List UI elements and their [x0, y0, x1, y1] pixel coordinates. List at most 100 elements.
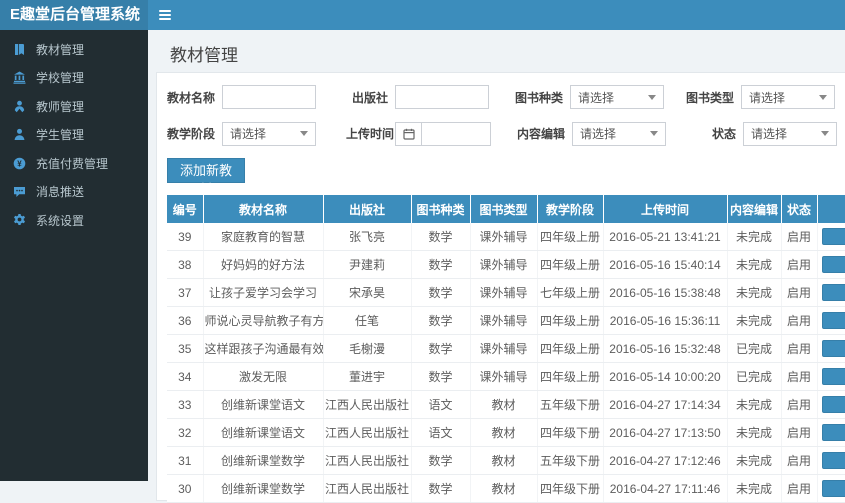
- table-cell: 启用: [781, 334, 818, 363]
- row-action-cell: [817, 390, 845, 419]
- table-cell: 好妈妈的好方法: [203, 250, 324, 279]
- table-cell: 四年级上册: [537, 250, 604, 279]
- row-edit-button[interactable]: [822, 423, 845, 441]
- col-header-actions: [816, 195, 845, 223]
- table-cell: 38: [167, 250, 204, 279]
- col-header-status: 状态: [780, 195, 817, 223]
- upload-time-input[interactable]: [421, 121, 491, 146]
- table-cell: 启用: [781, 446, 818, 475]
- table-cell: 数学: [411, 446, 471, 475]
- row-edit-button[interactable]: [822, 367, 845, 385]
- sidebar-item-label: 学校管理: [36, 71, 85, 86]
- content-area: 教材管理 教材名称 出版社 图书种类 请选择 图书类型 请选择 教学阶段 请选择: [148, 30, 845, 503]
- col-header-upload-time: 上传时间: [602, 195, 727, 223]
- col-header-name: 教材名称: [202, 195, 323, 223]
- table-cell: 数学: [411, 334, 471, 363]
- row-edit-button[interactable]: [822, 451, 845, 469]
- sidebar-item-student-management[interactable]: 学生管理: [0, 121, 148, 150]
- sidebar-item-textbook-management[interactable]: 教材管理: [0, 35, 148, 64]
- content-editor-select[interactable]: 请选择: [572, 121, 666, 146]
- table-cell: 语文: [411, 390, 471, 419]
- table-cell: 任笔: [323, 306, 412, 335]
- table-cell: 江西人民出版社: [323, 390, 412, 419]
- calendar-icon[interactable]: [395, 121, 421, 146]
- sidebar: 教材管理 学校管理 教师管理 学生管理 ¥ 充值付费管理 消息推送 系统设置: [0, 30, 148, 481]
- table-row: 39 家庭教育的智慧 张飞亮 数学 课外辅导 四年级上册 2016-05-21 13:41:…: [167, 223, 845, 251]
- table-cell: 34: [167, 362, 204, 391]
- table-cell: 创维新课堂数学: [203, 474, 324, 503]
- sidebar-item-label: 教师管理: [36, 99, 85, 114]
- table-cell: 江西人民出版社: [323, 474, 412, 503]
- table-cell: 30: [167, 474, 204, 503]
- row-edit-button[interactable]: [822, 227, 845, 245]
- message-icon: [11, 185, 27, 199]
- top-bar: E趣堂后台管理系统: [0, 0, 845, 30]
- table-cell: 数学: [411, 362, 471, 391]
- table-cell: 启用: [781, 390, 818, 419]
- status-select[interactable]: 请选择: [743, 121, 837, 146]
- table-row: 36 师说心灵导航教子有方 任笔 数学 课外辅导 四年级上册 2016-05-16 15:3…: [167, 306, 845, 335]
- table-cell: 数学: [411, 278, 471, 307]
- book-type-select[interactable]: 请选择: [741, 85, 835, 109]
- table-cell: 2016-05-16 15:36:11: [603, 306, 728, 335]
- sidebar-item-recharge-management[interactable]: ¥ 充值付费管理: [0, 149, 148, 178]
- table-cell: 39: [167, 223, 204, 251]
- select-value: 请选择: [749, 90, 786, 105]
- page-title: 教材管理: [170, 46, 238, 65]
- add-textbook-button[interactable]: 添加新教材: [167, 158, 245, 197]
- table-header-row: 编号 教材名称 出版社 图书种类 图书类型 教学阶段 上传时间 内容编辑 状态: [167, 195, 845, 223]
- table-cell: 师说心灵导航教子有方: [203, 306, 324, 335]
- table-row: 33 创维新课堂语文 江西人民出版社 语文 教材 五年级下册 2016-04-27 17:1…: [167, 390, 845, 419]
- row-edit-button[interactable]: [822, 339, 845, 357]
- table-cell: 五年级下册: [537, 446, 604, 475]
- sidebar-item-school-management[interactable]: 学校管理: [0, 64, 148, 93]
- table-cell: 37: [167, 278, 204, 307]
- upload-time-group: [395, 121, 491, 146]
- table-cell: 家庭教育的智慧: [203, 223, 324, 251]
- row-action-cell: [817, 223, 845, 251]
- teaching-stage-select[interactable]: 请选择: [222, 121, 316, 146]
- table-cell: 未完成: [727, 278, 782, 307]
- table-row: 34 激发无限 董进宇 数学 课外辅导 四年级上册 2016-05-14 10:00:20 已…: [167, 362, 845, 391]
- table-cell: 教材: [470, 390, 538, 419]
- table-cell: 32: [167, 418, 204, 447]
- student-icon: [11, 128, 27, 142]
- book-kind-select[interactable]: 请选择: [570, 85, 664, 109]
- hamburger-icon[interactable]: [148, 0, 182, 30]
- sidebar-item-teacher-management[interactable]: 教师管理: [0, 92, 148, 121]
- table-cell: 未完成: [727, 446, 782, 475]
- table-cell: 语文: [411, 418, 471, 447]
- row-edit-button[interactable]: [822, 255, 845, 273]
- upload-time-label: 上传时间: [346, 127, 395, 141]
- table-cell: 课外辅导: [470, 306, 538, 335]
- row-edit-button[interactable]: [822, 311, 845, 329]
- row-edit-button[interactable]: [822, 479, 845, 497]
- row-edit-button[interactable]: [822, 395, 845, 413]
- table-cell: 课外辅导: [470, 334, 538, 363]
- select-value: 请选择: [578, 90, 615, 105]
- table-cell: 35: [167, 334, 204, 363]
- col-header-id: 编号: [167, 195, 203, 223]
- table-cell: 启用: [781, 362, 818, 391]
- table-cell: 未完成: [727, 390, 782, 419]
- row-edit-button[interactable]: [822, 283, 845, 301]
- table-cell: 启用: [781, 306, 818, 335]
- table-row: 30 创维新课堂数学 江西人民出版社 数学 教材 四年级下册 2016-04-27 17:1…: [167, 474, 845, 503]
- content-editor-label: 内容编辑: [517, 127, 566, 141]
- chevron-down-icon: [648, 94, 656, 100]
- table-cell: 2016-05-21 13:41:21: [603, 223, 728, 251]
- table-cell: 未完成: [727, 250, 782, 279]
- sidebar-item-message-push[interactable]: 消息推送: [0, 178, 148, 207]
- row-action-cell: [817, 418, 845, 447]
- publisher-input[interactable]: [395, 85, 489, 109]
- sidebar-item-label: 充值付费管理: [36, 156, 109, 171]
- table-cell: 已完成: [727, 334, 782, 363]
- table-row: 37 让孩子爱学习会学习 宋承昊 数学 课外辅导 七年级上册 2016-05-16 15:3…: [167, 278, 845, 307]
- table-cell: 董进宇: [323, 362, 412, 391]
- textbook-name-input[interactable]: [222, 85, 316, 109]
- row-action-cell: [817, 362, 845, 391]
- sidebar-item-system-settings[interactable]: 系统设置: [0, 206, 148, 235]
- select-value: 请选择: [580, 127, 617, 141]
- table-cell: 36: [167, 306, 204, 335]
- select-value: 请选择: [751, 127, 788, 141]
